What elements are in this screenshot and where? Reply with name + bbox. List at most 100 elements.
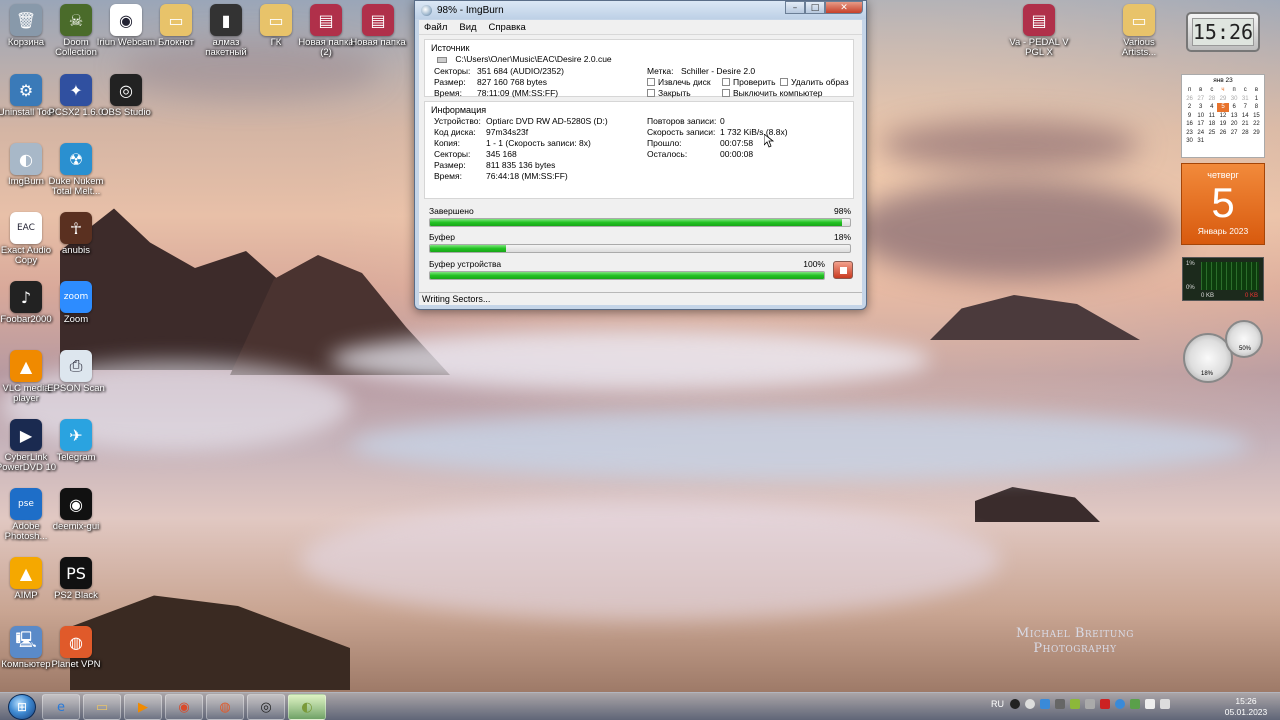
calendar-day[interactable]: 31 bbox=[1195, 137, 1206, 146]
desktop-icon[interactable]: PS PS2 Black bbox=[44, 557, 108, 601]
calendar-day[interactable]: 1 bbox=[1251, 95, 1262, 104]
menu-view[interactable]: Вид bbox=[459, 22, 476, 33]
tray-icon-4[interactable] bbox=[1055, 699, 1065, 709]
calendar-day[interactable]: 16 bbox=[1184, 120, 1195, 129]
calendar-day[interactable]: 28 bbox=[1240, 129, 1251, 138]
calendar-day[interactable]: 15 bbox=[1251, 112, 1262, 121]
tray-icon-2[interactable] bbox=[1025, 699, 1035, 709]
desktop-icon[interactable]: ◉ deemix-gui bbox=[44, 488, 108, 532]
planet-vpn-taskbar-button[interactable]: ◍ bbox=[206, 694, 244, 720]
imgburn-app-icon bbox=[421, 4, 432, 16]
calendar-day[interactable]: 19 bbox=[1217, 120, 1228, 129]
calendar-day[interactable]: 28 bbox=[1206, 95, 1217, 104]
calendar-day[interactable]: 17 bbox=[1195, 120, 1206, 129]
folder-winrar-icon: ▤ bbox=[310, 4, 342, 36]
desktop-icon[interactable]: ▤ Новая папка bbox=[346, 4, 410, 48]
calendar-day[interactable]: 20 bbox=[1229, 120, 1240, 129]
language-indicator[interactable]: RU bbox=[991, 699, 1004, 709]
menu-file[interactable]: Файл bbox=[424, 22, 447, 33]
desktop-icon[interactable]: zoom Zoom bbox=[44, 281, 108, 325]
calendar-day[interactable]: 23 bbox=[1184, 129, 1195, 138]
verify-label: Проверить bbox=[733, 77, 776, 87]
calendar-day[interactable]: 27 bbox=[1195, 95, 1206, 104]
tray-icon-9[interactable] bbox=[1130, 699, 1140, 709]
verify-checkbox[interactable]: Проверить bbox=[722, 77, 776, 87]
calendar-day[interactable]: 10 bbox=[1195, 112, 1206, 121]
network-meter-gadget[interactable]: 1% 0% 0 KB 0 KB bbox=[1182, 257, 1264, 301]
media-player-taskbar-button[interactable]: ▶ bbox=[124, 694, 162, 720]
calendar-day[interactable] bbox=[1251, 137, 1262, 146]
tray-icon-7[interactable] bbox=[1100, 699, 1110, 709]
calendar-day[interactable] bbox=[1217, 137, 1228, 146]
calendar-day[interactable]: 24 bbox=[1195, 129, 1206, 138]
calendar-day[interactable]: 13 bbox=[1229, 112, 1240, 121]
calendar-day[interactable]: 27 bbox=[1229, 129, 1240, 138]
shutdown-checkbox[interactable]: Выключить компьютер bbox=[722, 88, 822, 98]
explorer-taskbar-button[interactable]: ▭ bbox=[83, 694, 121, 720]
calendar-day[interactable]: 25 bbox=[1206, 129, 1217, 138]
eject-disc-checkbox[interactable]: Извлечь диск bbox=[647, 77, 711, 87]
maximize-button[interactable]: □ bbox=[805, 1, 825, 14]
calendar-day[interactable] bbox=[1240, 137, 1251, 146]
calendar-day[interactable]: 30 bbox=[1184, 137, 1195, 146]
start-button[interactable]: ⊞ bbox=[8, 694, 36, 720]
calendar-weekday: п bbox=[1187, 87, 1192, 94]
calendar-day[interactable]: 12 bbox=[1217, 112, 1228, 121]
volume-icon[interactable] bbox=[1160, 699, 1170, 709]
date-gadget[interactable]: четверг 5 Январь 2023 bbox=[1181, 163, 1265, 245]
chrome-taskbar-button[interactable]: ◉ bbox=[165, 694, 203, 720]
usb-icon: ▮ bbox=[210, 4, 242, 36]
calendar-day[interactable]: 7 bbox=[1240, 103, 1251, 112]
clock-gadget[interactable]: 15:26 bbox=[1186, 12, 1260, 52]
close-checkbox[interactable]: Закрыть bbox=[647, 88, 691, 98]
calendar-day[interactable]: 21 bbox=[1240, 120, 1251, 129]
calendar-day[interactable]: 31 bbox=[1240, 95, 1251, 104]
calendar-day[interactable]: 5 bbox=[1217, 103, 1229, 112]
calendar-day[interactable] bbox=[1229, 137, 1240, 146]
desktop-icon[interactable]: ☥ anubis bbox=[44, 212, 108, 256]
calendar-day[interactable]: 29 bbox=[1217, 95, 1228, 104]
desktop-icon[interactable]: ◍ Planet VPN bbox=[44, 626, 108, 670]
calendar-day[interactable]: 26 bbox=[1217, 129, 1228, 138]
memory-gauge-gadget[interactable]: 50% bbox=[1225, 320, 1263, 358]
imgburn-window[interactable]: 98% - ImgBurn – □ ✕ Файл Вид Справка Ист… bbox=[414, 0, 867, 310]
tray-icon-6[interactable] bbox=[1085, 699, 1095, 709]
calendar-day[interactable]: 18 bbox=[1206, 120, 1217, 129]
minimize-button[interactable]: – bbox=[785, 1, 805, 14]
calendar-day[interactable]: 29 bbox=[1251, 129, 1262, 138]
desktop-icon[interactable]: ✈ Telegram bbox=[44, 419, 108, 463]
desktop-icon[interactable]: ⎙ EPSON Scan bbox=[44, 350, 108, 394]
calendar-day[interactable]: 4 bbox=[1206, 103, 1217, 112]
stop-button[interactable] bbox=[833, 261, 853, 279]
calendar-day[interactable]: 30 bbox=[1229, 95, 1240, 104]
desktop-icon[interactable]: ▤ Va - PEDAL V PGL X bbox=[1007, 4, 1071, 58]
calendar-day[interactable]: 26 bbox=[1184, 95, 1195, 104]
calendar-day[interactable]: 3 bbox=[1195, 103, 1206, 112]
desktop-icon[interactable]: ▭ Various Artists... bbox=[1107, 4, 1171, 58]
desktop-icon[interactable]: ☢ Duke Nukem Total Melt... bbox=[44, 143, 108, 197]
tray-icon-1[interactable] bbox=[1010, 699, 1020, 709]
calendar-day[interactable]: 11 bbox=[1206, 112, 1217, 121]
desktop-icon[interactable]: ◎ OBS Studio bbox=[94, 74, 158, 118]
imgburn-taskbar-button[interactable]: ◐ bbox=[288, 694, 326, 720]
calendar-day[interactable]: 22 bbox=[1251, 120, 1262, 129]
ie-taskbar-button[interactable]: e bbox=[42, 694, 80, 720]
tray-icon-3[interactable] bbox=[1040, 699, 1050, 709]
tray-icon-8[interactable] bbox=[1115, 699, 1125, 709]
obs-taskbar-button[interactable]: ◎ bbox=[247, 694, 285, 720]
calendar-day[interactable]: 14 bbox=[1240, 112, 1251, 121]
delete-image-checkbox[interactable]: Удалить образ bbox=[780, 77, 849, 87]
calendar-gadget[interactable]: янв 23 пвсчпсв 26 27 28 29 30 31 1 2 3 4 5 6 7 8 9 10 11… bbox=[1181, 74, 1265, 158]
close-button[interactable]: ✕ bbox=[825, 1, 863, 14]
net-mid-label: 0% bbox=[1186, 285, 1195, 291]
tray-icon-5[interactable] bbox=[1070, 699, 1080, 709]
network-icon[interactable] bbox=[1145, 699, 1155, 709]
calendar-day[interactable]: 2 bbox=[1184, 103, 1195, 112]
calendar-day[interactable] bbox=[1206, 137, 1217, 146]
calendar-day[interactable]: 6 bbox=[1229, 103, 1240, 112]
taskbar-clock[interactable]: 15:26 05.01.2023 bbox=[1218, 696, 1274, 718]
calendar-day[interactable]: 9 bbox=[1184, 112, 1195, 121]
window-titlebar[interactable]: 98% - ImgBurn – □ ✕ bbox=[415, 1, 866, 19]
calendar-day[interactable]: 8 bbox=[1251, 103, 1262, 112]
menu-help[interactable]: Справка bbox=[489, 22, 526, 33]
